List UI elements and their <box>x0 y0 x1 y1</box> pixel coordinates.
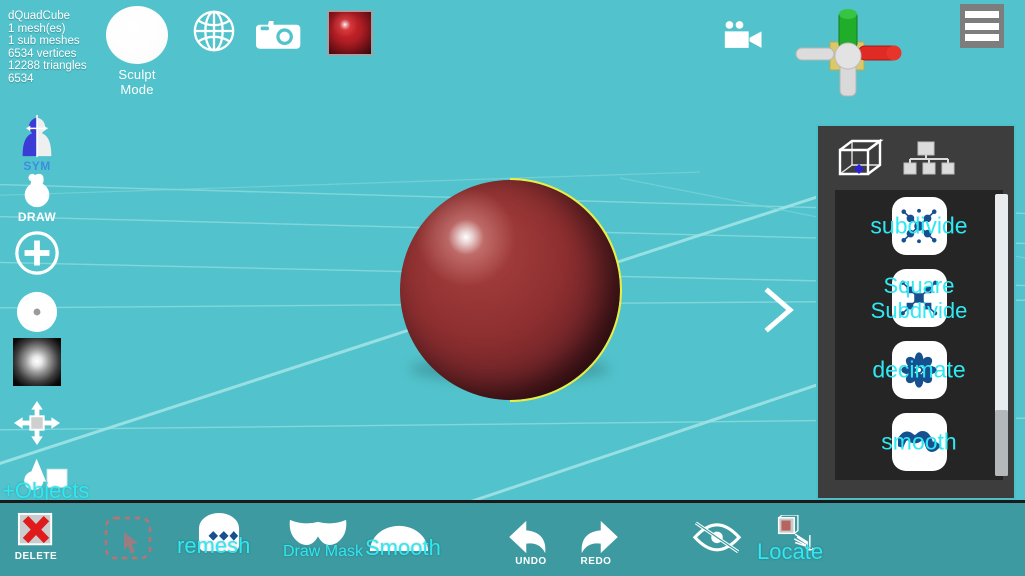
sidebar-item-intensity[interactable] <box>8 290 66 339</box>
list-item[interactable] <box>835 478 1003 480</box>
material-sphere-swatch-icon <box>327 10 373 56</box>
menu-bar <box>965 34 999 41</box>
sculpt-mode-button[interactable]: Sculpt Mode <box>106 6 168 97</box>
material-swatch-button[interactable] <box>327 10 373 56</box>
extra-count: 6534 <box>8 72 34 85</box>
sidebar-item-draw[interactable]: DRAW <box>8 172 66 224</box>
sculpt-mesh-sphere[interactable] <box>400 178 622 402</box>
undo-label: UNDO <box>515 556 547 567</box>
mesh-count: 1 mesh(es) <box>8 22 66 35</box>
undo-button[interactable]: UNDO <box>505 519 557 567</box>
sidebar-item-symmetry[interactable]: SYM <box>8 115 66 173</box>
tab-hierarchy-tree-icon[interactable] <box>902 140 956 176</box>
camera-icon[interactable] <box>256 16 304 50</box>
eye-off-icon[interactable] <box>692 521 742 554</box>
menu-icon-bg <box>960 4 1004 48</box>
list-item[interactable]: decimate <box>835 334 1003 406</box>
bottom-toolbar: DELETE remesh Draw Mask Smooth UNDO REDO… <box>0 500 1025 576</box>
draw-mask-button[interactable] <box>288 517 348 550</box>
list-item[interactable]: Square Subdivide <box>835 262 1003 334</box>
sidebar-item-falloff[interactable] <box>8 338 66 386</box>
menu-bar <box>965 11 999 18</box>
remesh-button[interactable] <box>192 513 246 560</box>
triangle-count: 12288 triangles <box>8 60 87 73</box>
decimate-icon <box>891 341 947 399</box>
sidebar-item-transform[interactable] <box>8 400 66 451</box>
marquee-select-icon[interactable] <box>102 515 154 565</box>
smooth-wave-icon <box>891 413 947 471</box>
tab-mesh-wireframe-cube-icon[interactable] <box>836 138 884 178</box>
list-item[interactable]: subdivide <box>835 190 1003 262</box>
mesh-tools-panel: subdivide Square Subdivide decimate smoo… <box>816 124 1016 500</box>
redo-label: REDO <box>580 556 612 567</box>
sidebar-item-radius[interactable] <box>8 230 66 281</box>
locate-button[interactable] <box>775 515 819 559</box>
sub-mesh-count: 1 sub meshes <box>8 35 80 48</box>
hamburger-menu-icon[interactable] <box>960 4 1004 48</box>
delete-button[interactable]: DELETE <box>12 512 60 562</box>
sidebar-item-objects[interactable] <box>8 455 88 498</box>
subdivide-icon <box>891 197 947 255</box>
symmetry-label: SYM <box>23 159 51 173</box>
video-camera-icon[interactable] <box>723 20 767 50</box>
sculpt-mode-label: Sculpt Mode <box>118 67 156 97</box>
mesh-name: dQuadCube <box>8 10 71 22</box>
delete-label: DELETE <box>14 551 58 562</box>
smooth-button[interactable] <box>368 521 430 552</box>
mesh-tool-list[interactable]: subdivide Square Subdivide decimate smoo… <box>835 190 1003 480</box>
chevron-right-icon[interactable] <box>756 285 802 335</box>
mesh-info-panel: dQuadCube 1 mesh(es) 1 sub meshes 6534 v… <box>8 10 87 86</box>
brush-falloff-texture-icon <box>13 338 61 386</box>
axis-gizmo[interactable] <box>782 4 910 100</box>
square-subdivide-icon <box>891 269 947 327</box>
menu-bar <box>965 22 999 30</box>
list-item[interactable]: smooth <box>835 406 1003 478</box>
redo-button[interactable]: REDO <box>570 519 622 567</box>
vertex-count: 6534 vertices <box>8 47 77 60</box>
tool-list-scrollbar[interactable] <box>995 194 1008 476</box>
scrollbar-thumb[interactable] <box>995 410 1008 476</box>
panel-tab-bar <box>818 126 1014 182</box>
sculpt-mode-knob-icon <box>106 6 168 64</box>
globe-icon[interactable] <box>191 8 237 54</box>
draw-label: DRAW <box>17 210 57 224</box>
